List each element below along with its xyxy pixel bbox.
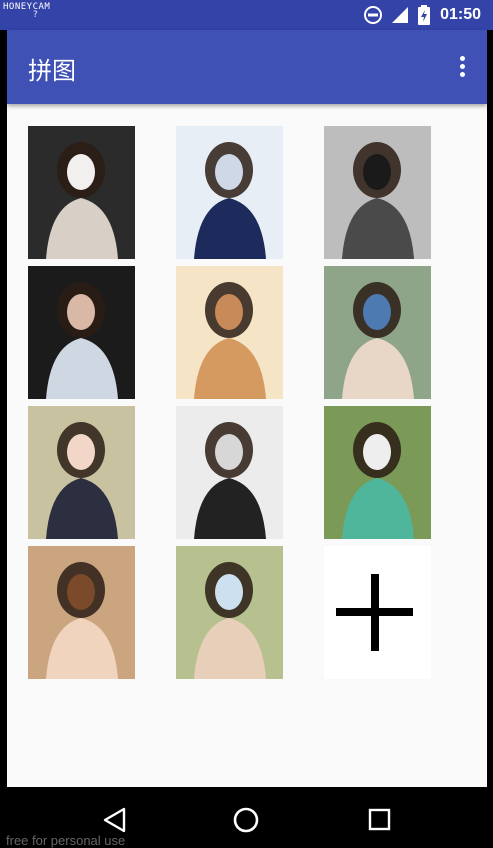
watermark-label: HONEYCAM — [3, 2, 51, 12]
photo-9[interactable] — [324, 406, 431, 539]
battery-charging-icon — [418, 5, 431, 25]
signal-icon — [392, 7, 409, 23]
wifi-question-icon: ? — [33, 10, 38, 20]
photo-3[interactable] — [324, 126, 431, 259]
photo-11-image — [176, 546, 283, 679]
photo-1-image — [28, 126, 135, 259]
app-bar: 拼图 — [7, 30, 487, 104]
photo-6[interactable] — [324, 266, 431, 399]
navigation-bar: free for personal use — [0, 787, 493, 848]
recents-icon[interactable] — [365, 805, 395, 835]
photo-8-image — [176, 406, 283, 539]
page-title: 拼图 — [28, 57, 76, 85]
photo-8[interactable] — [176, 406, 283, 539]
photo-3-image — [324, 126, 431, 259]
photo-1[interactable] — [28, 126, 135, 259]
do-not-disturb-icon — [364, 6, 383, 24]
add-photo-button[interactable] — [324, 546, 431, 679]
photo-5-image — [176, 266, 283, 399]
photo-2[interactable] — [176, 126, 283, 259]
footer-watermark: free for personal use — [6, 833, 126, 848]
plus-icon — [336, 574, 413, 651]
status-bar: HONEYCAM ? 01:50 — [0, 0, 493, 30]
photo-5[interactable] — [176, 266, 283, 399]
home-icon[interactable] — [231, 805, 261, 835]
back-icon[interactable] — [100, 805, 130, 835]
photo-4-image — [28, 266, 135, 399]
app-window: 拼图 — [7, 30, 487, 787]
photo-2-image — [176, 126, 283, 259]
photo-11[interactable] — [176, 546, 283, 679]
photo-4[interactable] — [28, 266, 135, 399]
photo-10-image — [28, 546, 135, 679]
clock-time: 01:50 — [440, 6, 481, 23]
more-vert-icon[interactable] — [459, 56, 465, 78]
photo-7[interactable] — [28, 406, 135, 539]
photo-9-image — [324, 406, 431, 539]
photo-10[interactable] — [28, 546, 135, 679]
photo-6-image — [324, 266, 431, 399]
photo-7-image — [28, 406, 135, 539]
status-icons: 01:50 — [364, 4, 481, 26]
photo-grid — [28, 126, 448, 686]
